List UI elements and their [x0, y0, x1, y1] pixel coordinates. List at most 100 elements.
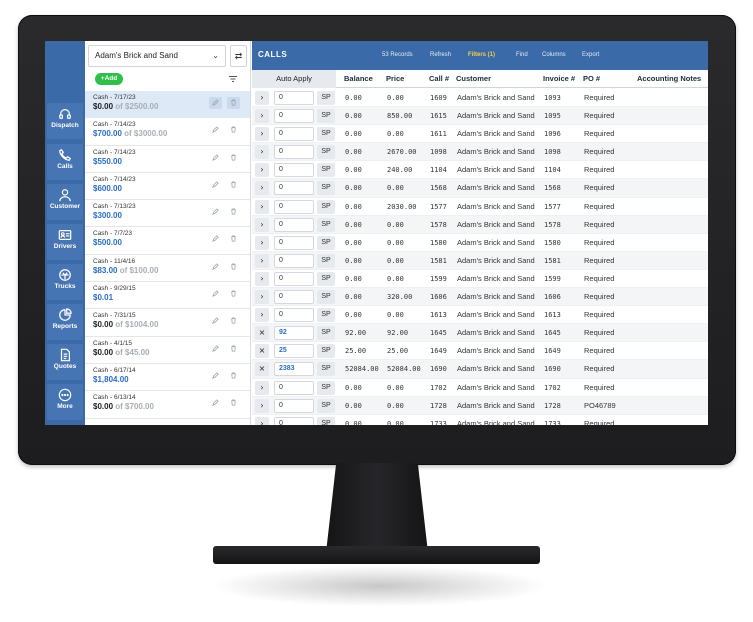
edit-icon[interactable] [209, 343, 222, 355]
table-row[interactable]: › 0 SP 0.00 0.00 1578 Adam's Brick and Sand 157… [252, 215, 708, 234]
table-row[interactable]: × 25 SP 25.00 25.00 1649 Adam's Brick and Sand… [252, 342, 708, 361]
trash-icon[interactable] [227, 343, 240, 355]
table-row[interactable]: × 92 SP 92.00 92.00 1645 Adam's Brick and Sand… [252, 324, 708, 343]
nav-reports[interactable]: Reports [47, 304, 83, 340]
auto-apply-input[interactable]: 0 [274, 380, 314, 395]
edit-icon[interactable] [209, 397, 222, 409]
filters-button[interactable]: Filters (1) [468, 52, 495, 58]
sp-button[interactable]: SP [317, 380, 335, 395]
trash-icon[interactable] [227, 206, 240, 218]
edit-icon[interactable] [209, 370, 222, 382]
list-item[interactable]: Cash - 9/29/15 $0.01 [85, 282, 250, 310]
table-row[interactable]: › 0 SP 0.00 0.00 1611 Adam's Brick and Sand 109… [252, 125, 708, 144]
sp-button[interactable]: SP [317, 163, 335, 178]
sp-button[interactable]: SP [317, 362, 335, 377]
list-item[interactable]: Cash - 7/14/23 $700.00 of $3000.00 [85, 118, 250, 146]
auto-apply-input[interactable]: 0 [274, 253, 314, 268]
nav-more[interactable]: More [47, 384, 83, 420]
table-row[interactable]: › 0 SP 0.00 0.00 1702 Adam's Brick and Sand 170… [252, 379, 708, 397]
list-item[interactable]: Cash - 7/14/23 $550.00 [85, 146, 250, 173]
sp-button[interactable]: SP [317, 217, 335, 232]
auto-apply-input[interactable]: 0 [274, 127, 314, 142]
column-customer[interactable]: Customer [456, 74, 491, 83]
nav-quotes[interactable]: Quotes [47, 344, 83, 380]
list-item[interactable]: Cash - 7/17/23 $0.00 of $2500.00 [85, 91, 250, 119]
chevron-right-icon[interactable]: › [255, 127, 269, 142]
table-row[interactable]: › 0 SP 0.00 0.00 1580 Adam's Brick and Sand 158… [252, 234, 708, 252]
find-button[interactable]: Find [516, 52, 528, 58]
sp-button[interactable]: SP [317, 290, 335, 305]
auto-apply-input[interactable]: 92 [274, 326, 314, 341]
table-row[interactable]: › 0 SP 0.00 0.00 1581 Adam's Brick and Sand 158… [252, 251, 708, 270]
auto-apply-input[interactable]: 0 [274, 398, 314, 413]
trash-icon[interactable] [227, 97, 240, 109]
add-button[interactable]: +Add [95, 73, 123, 85]
table-row[interactable]: › 0 SP 0.00 850.00 1615 Adam's Brick and Sand 1… [252, 107, 708, 126]
column-price[interactable]: Price [386, 74, 404, 83]
edit-icon[interactable] [209, 315, 222, 327]
trash-icon[interactable] [227, 397, 240, 409]
table-row[interactable]: › 0 SP 0.00 2030.00 1577 Adam's Brick and Sand… [252, 198, 708, 216]
auto-apply-input[interactable]: 0 [274, 91, 314, 105]
nav-trucks[interactable]: Trucks [47, 264, 83, 300]
sp-button[interactable]: SP [317, 109, 335, 124]
chevron-right-icon[interactable]: › [255, 163, 269, 178]
table-row[interactable]: › 0 SP 0.00 0.00 1733 Adam's Brick and Sand 173… [252, 415, 708, 425]
column-auto-apply[interactable]: Auto Apply [252, 70, 336, 88]
chevron-right-icon[interactable]: › [255, 181, 269, 196]
list-item[interactable]: Cash - 11/4/16 $83.00 of $100.00 [85, 255, 250, 283]
auto-apply-input[interactable]: 0 [274, 163, 314, 178]
list-item[interactable]: Cash - 6/13/14 $0.00 of $700.00 [85, 391, 250, 419]
trash-icon[interactable] [227, 261, 240, 273]
edit-icon[interactable] [209, 179, 222, 191]
sp-button[interactable]: SP [317, 253, 335, 268]
list-item[interactable]: Cash - 6/17/14 $1,804.00 [85, 364, 250, 392]
close-icon[interactable]: × [255, 362, 269, 377]
auto-apply-input[interactable]: 2383 [274, 362, 314, 377]
auto-apply-input[interactable]: 0 [274, 308, 314, 323]
table-row[interactable]: › 0 SP 0.00 0.00 1568 Adam's Brick and Sand 156… [252, 179, 708, 198]
edit-icon[interactable] [209, 233, 222, 245]
export-button[interactable]: Export [582, 52, 599, 58]
chevron-right-icon[interactable]: › [255, 235, 269, 250]
auto-apply-input[interactable]: 0 [274, 217, 314, 232]
sp-button[interactable]: SP [317, 416, 335, 425]
close-icon[interactable]: × [255, 326, 269, 341]
edit-icon[interactable] [209, 288, 222, 300]
chevron-right-icon[interactable]: › [255, 290, 269, 305]
nav-calls[interactable]: Calls [47, 144, 83, 180]
auto-apply-input[interactable]: 0 [274, 271, 314, 286]
auto-apply-input[interactable]: 0 [274, 181, 314, 196]
nav-drivers[interactable]: Drivers [47, 224, 83, 260]
edit-icon[interactable] [209, 152, 222, 164]
sp-button[interactable]: SP [317, 344, 335, 359]
chevron-right-icon[interactable]: › [255, 91, 269, 105]
sp-button[interactable]: SP [317, 308, 335, 323]
chevron-right-icon[interactable]: › [255, 199, 269, 214]
list-item[interactable]: Cash - 7/31/15 $0.00 of $1004.00 [85, 309, 250, 337]
trash-icon[interactable] [227, 179, 240, 191]
nav-customer[interactable]: Customer [47, 184, 83, 220]
edit-icon[interactable] [209, 124, 222, 136]
chevron-right-icon[interactable]: › [255, 416, 269, 425]
edit-icon[interactable] [209, 261, 222, 273]
auto-apply-input[interactable]: 0 [274, 290, 314, 305]
swap-icon[interactable]: ⇄ [230, 45, 247, 67]
auto-apply-input[interactable]: 0 [274, 145, 314, 160]
sp-button[interactable]: SP [317, 91, 335, 105]
trash-icon[interactable] [227, 315, 240, 327]
nav-dispatch[interactable]: Dispatch [47, 103, 83, 139]
chevron-right-icon[interactable]: › [255, 308, 269, 323]
filter-icon[interactable] [228, 74, 238, 84]
sp-button[interactable]: SP [317, 127, 335, 142]
trash-icon[interactable] [227, 152, 240, 164]
table-row[interactable]: › 0 SP 0.00 240.00 1104 Adam's Brick and Sand 1… [252, 161, 708, 180]
chevron-right-icon[interactable]: › [255, 398, 269, 413]
chevron-right-icon[interactable]: › [255, 145, 269, 160]
table-row[interactable]: › 0 SP 0.00 2670.00 1098 Adam's Brick and Sand… [252, 143, 708, 162]
trash-icon[interactable] [227, 233, 240, 245]
sp-button[interactable]: SP [317, 398, 335, 413]
auto-apply-input[interactable]: 0 [274, 199, 314, 214]
close-icon[interactable]: × [255, 344, 269, 359]
list-item[interactable]: Cash - 7/14/23 $600.00 [85, 173, 250, 201]
